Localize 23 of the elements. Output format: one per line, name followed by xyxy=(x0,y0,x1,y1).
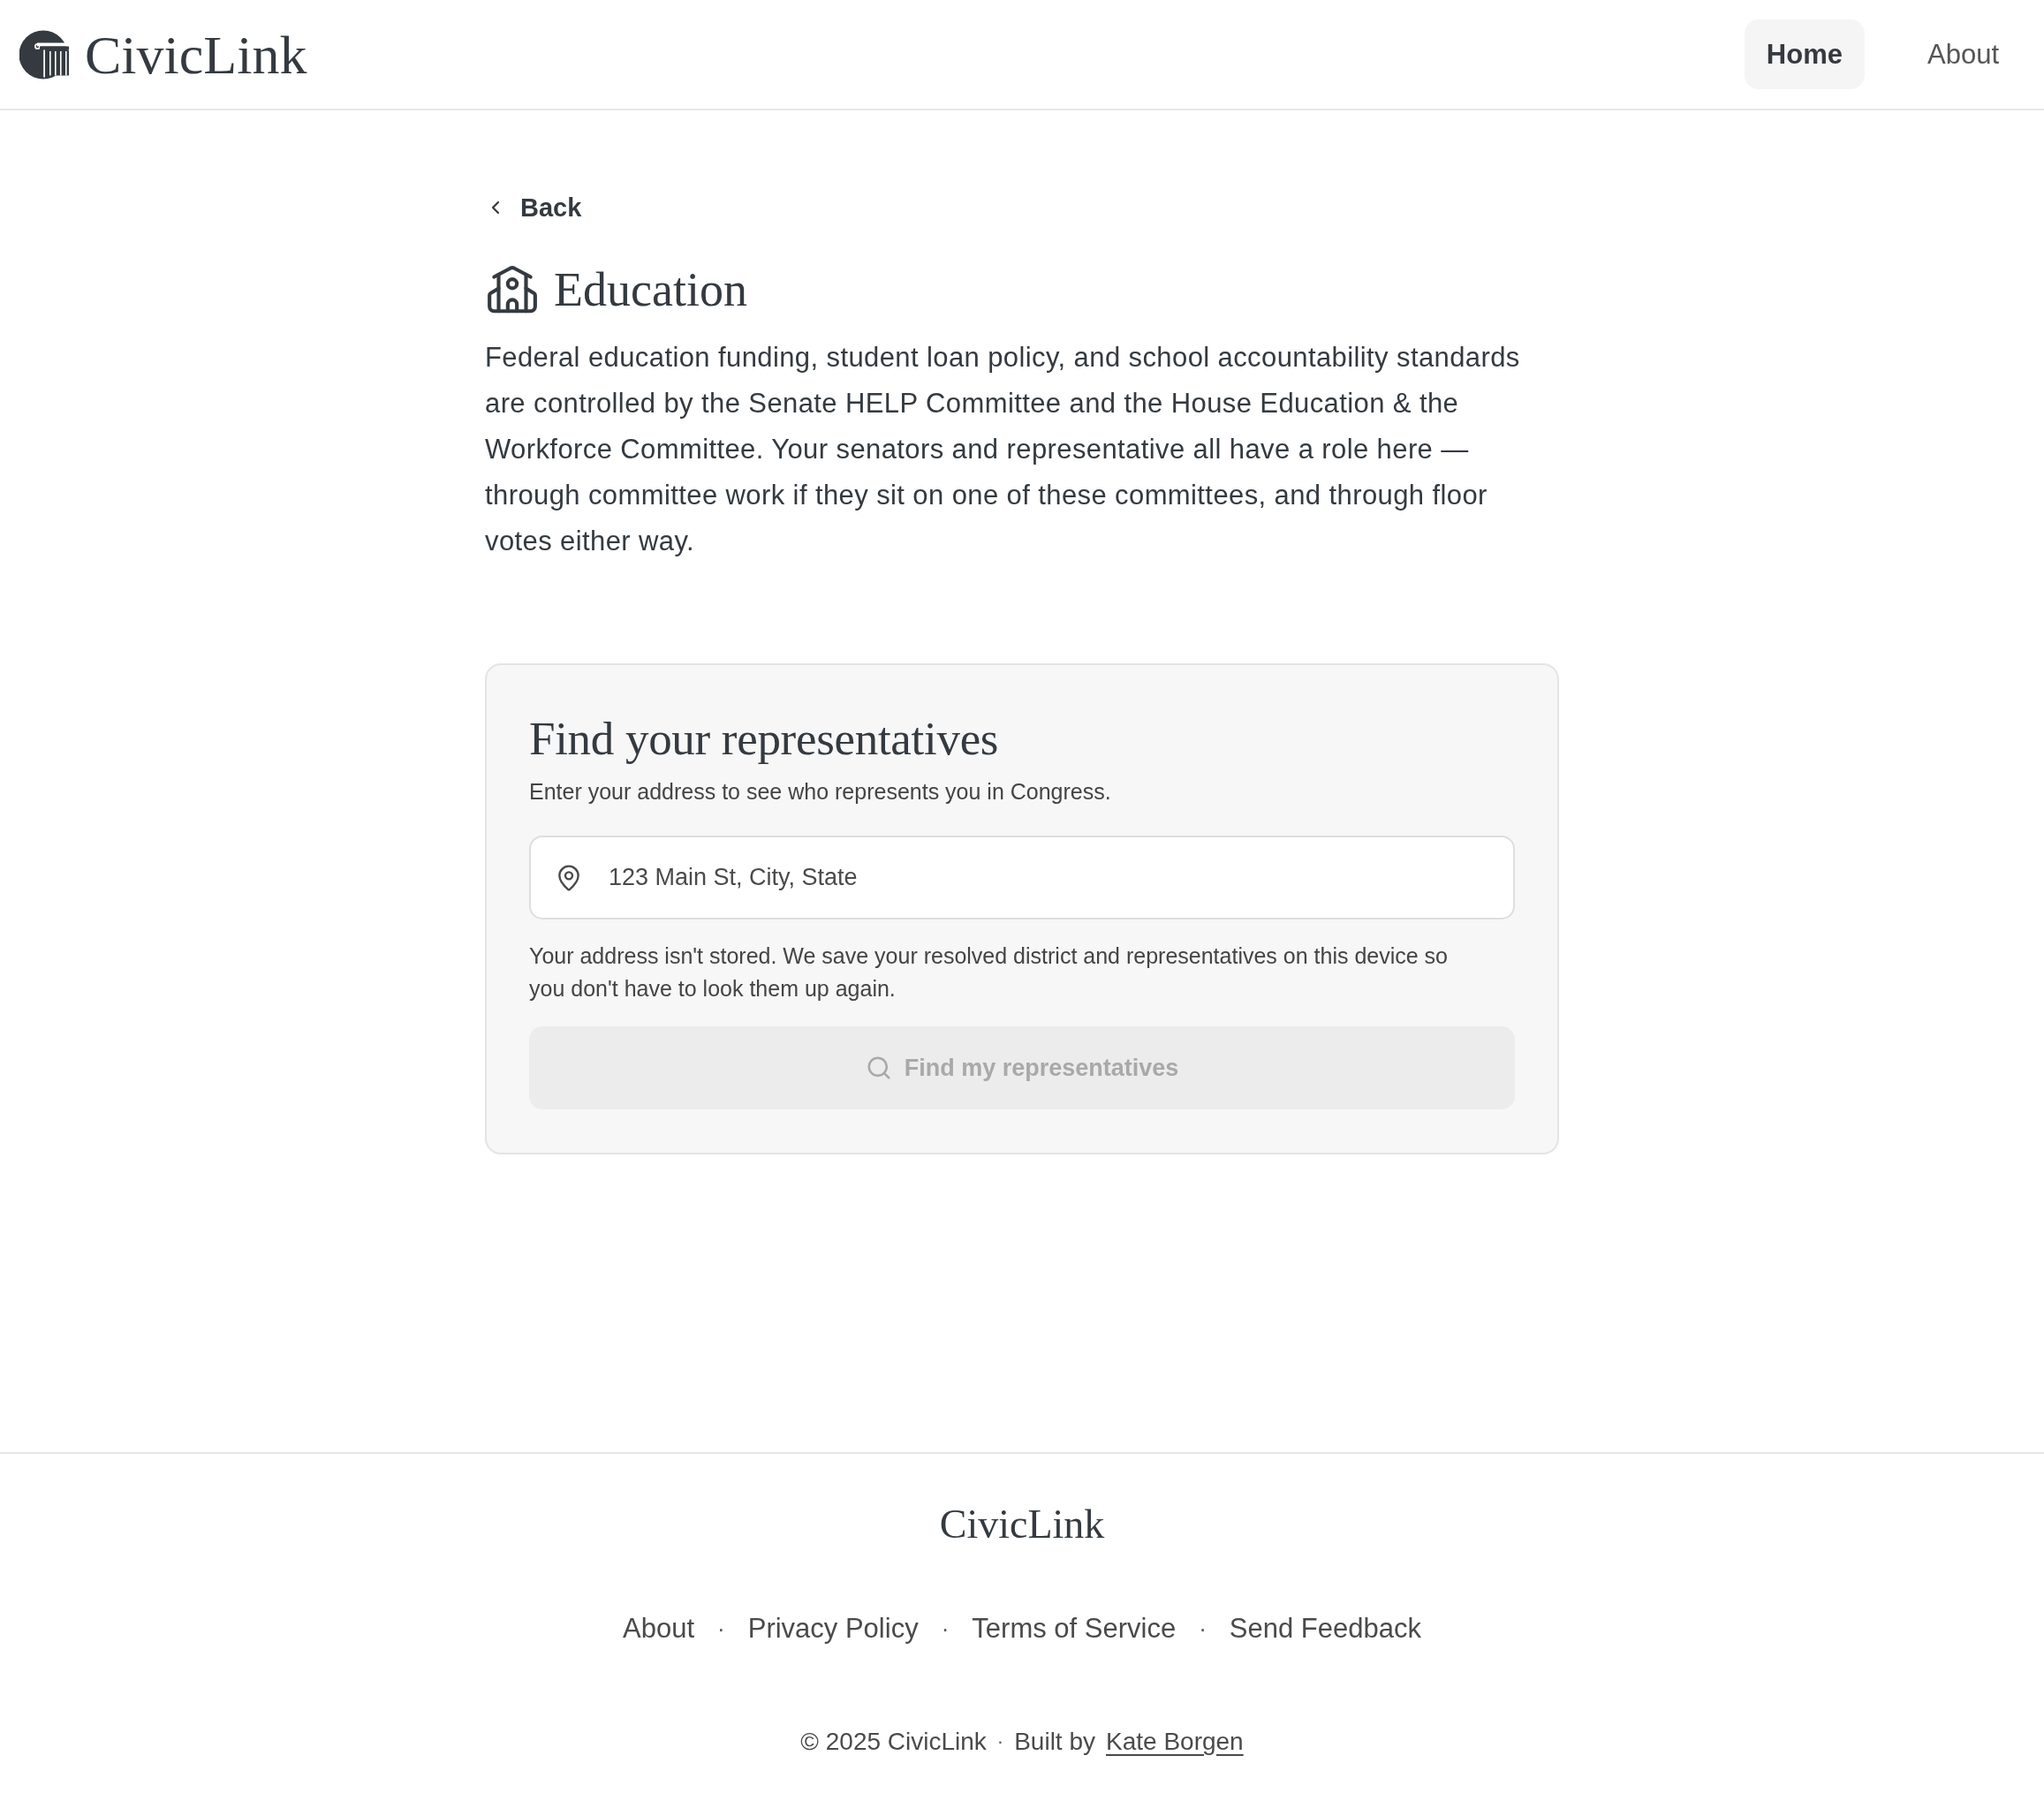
nav-link[interactable]: About xyxy=(1905,19,2021,89)
separator-dot: · xyxy=(717,1615,725,1644)
author-link[interactable]: Kate Borgen xyxy=(1106,1724,1244,1759)
copyright-text: © 2025 CivicLink xyxy=(800,1727,987,1757)
finder-subtitle: Enter your address to see who represents you in Congress. xyxy=(529,779,1112,804)
logo-icon[interactable] xyxy=(19,28,69,80)
topic-description: Federal education funding, student loan policy, and school accountability standards are controlled by the Senate HELP Committee and the House Education & the Workforce Committee. Your senators and representative all have a role here — through committee work if they sit on one of these committees, and through floor votes either way. xyxy=(485,341,1521,558)
separator-dot: · xyxy=(1199,1615,1207,1644)
separator-dot: · xyxy=(996,1729,1004,1754)
back-link[interactable]: Back xyxy=(485,190,582,225)
footer-logo-text[interactable]: CivicLink xyxy=(939,1498,1105,1551)
footer-link[interactable]: Terms of Service xyxy=(972,1609,1177,1648)
credit-text: Built by xyxy=(1014,1727,1095,1757)
footer-link[interactable]: Send Feedback xyxy=(1229,1609,1421,1648)
finder-title: Find your representatives xyxy=(529,712,1000,766)
logo-text[interactable]: CivicLink xyxy=(85,26,307,82)
footer-link[interactable]: Privacy Policy xyxy=(747,1609,919,1648)
address-field[interactable]: 123 Main St, City, State xyxy=(529,836,1515,919)
footer-link[interactable]: About xyxy=(623,1609,695,1648)
topic-title: Education xyxy=(554,264,747,317)
separator-dot: · xyxy=(941,1615,950,1644)
privacy-note: Your address isn't stored. We save your resolved district and representatives on this device so you don't have to look them up again. xyxy=(529,942,1450,1003)
nav-link[interactable]: Home xyxy=(1744,19,1865,89)
